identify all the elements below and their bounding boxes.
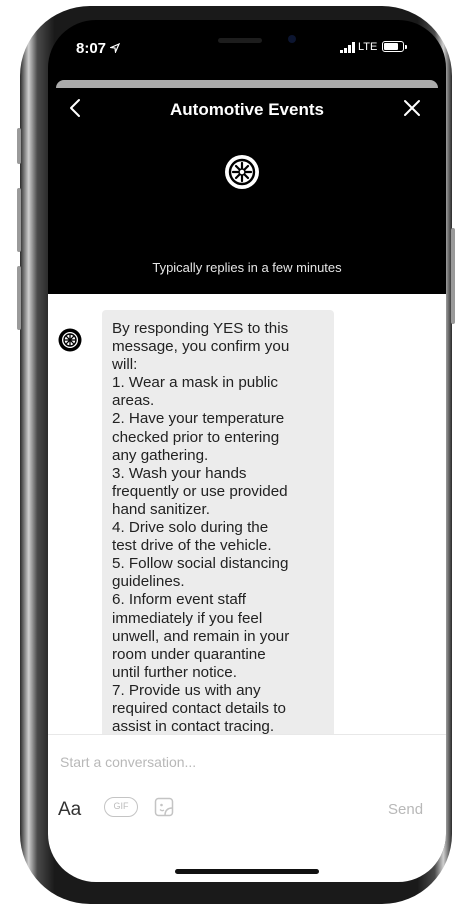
message-line: required contact details to: [112, 699, 286, 717]
battery-icon: [382, 41, 407, 52]
speaker-grille: [218, 38, 262, 43]
message-line: 1. Wear a mask in public: [112, 374, 279, 392]
message-line: hand sanitizer.: [112, 500, 210, 518]
front-camera: [288, 35, 296, 43]
volume-up-button: [17, 188, 21, 252]
sender-avatar-icon: [58, 328, 82, 352]
message-composer: Aa GIF Send: [48, 734, 446, 882]
message-line: 7. Provide us with any: [112, 681, 261, 699]
message-line: frequently or use provided: [112, 482, 288, 500]
message-line: message, you confirm you: [112, 338, 290, 356]
status-time-text: 8:07: [76, 40, 107, 57]
gif-button[interactable]: GIF: [104, 797, 138, 817]
message-line: checked prior to entering: [112, 428, 280, 446]
location-arrow-icon: [108, 42, 121, 55]
chat-header: Automotive Events Typically replies in a…: [48, 88, 446, 294]
message-line: immediately if you feel: [112, 609, 263, 627]
volume-down-button: [17, 266, 21, 330]
message-line: 6. Inform event staff: [112, 591, 246, 609]
message-line: until further notice.: [112, 663, 237, 681]
phone-screen: 8:07 LTE Automotive Events Typically rep: [48, 20, 446, 882]
network-type: LTE: [358, 41, 378, 53]
home-indicator[interactable]: [175, 869, 319, 874]
message-bubble: By responding YES to this message, you c…: [102, 310, 334, 734]
message-line: 5. Follow social distancing: [112, 555, 289, 573]
message-line: unwell, and remain in your: [112, 627, 290, 645]
message-line: room under quarantine: [112, 645, 266, 663]
chat-title: Automotive Events: [170, 100, 324, 119]
brand-logo-icon: [225, 155, 259, 189]
reply-time-text: Typically replies in a few minutes: [152, 260, 342, 275]
message-line: 3. Wash your hands: [112, 464, 247, 482]
power-button: [451, 228, 455, 324]
sheet-top-edge: [56, 80, 438, 88]
message-line: 2. Have your temperature: [112, 410, 285, 428]
message-line: areas.: [112, 392, 155, 410]
message-line: By responding YES to this: [112, 320, 289, 337]
message-line: assist in contact tracing.: [112, 718, 275, 734]
message-line: test drive of the vehicle.: [112, 537, 272, 555]
message-line: 4. Drive solo during the: [112, 519, 269, 537]
message-thread[interactable]: By responding YES to this message, you c…: [48, 294, 446, 734]
status-time: 8:07: [76, 40, 121, 57]
message-line: any gathering.: [112, 446, 209, 464]
sticker-icon[interactable]: [152, 795, 176, 819]
close-icon[interactable]: [398, 94, 426, 122]
text-format-button[interactable]: Aa: [58, 799, 81, 821]
message-line: guidelines.: [112, 573, 185, 591]
signal-icon: [340, 42, 355, 53]
message-input[interactable]: [58, 749, 422, 775]
message-line: will:: [112, 356, 138, 374]
side-button: [17, 128, 21, 164]
status-bar: 8:07 LTE: [48, 20, 446, 80]
send-button[interactable]: Send: [388, 801, 423, 818]
